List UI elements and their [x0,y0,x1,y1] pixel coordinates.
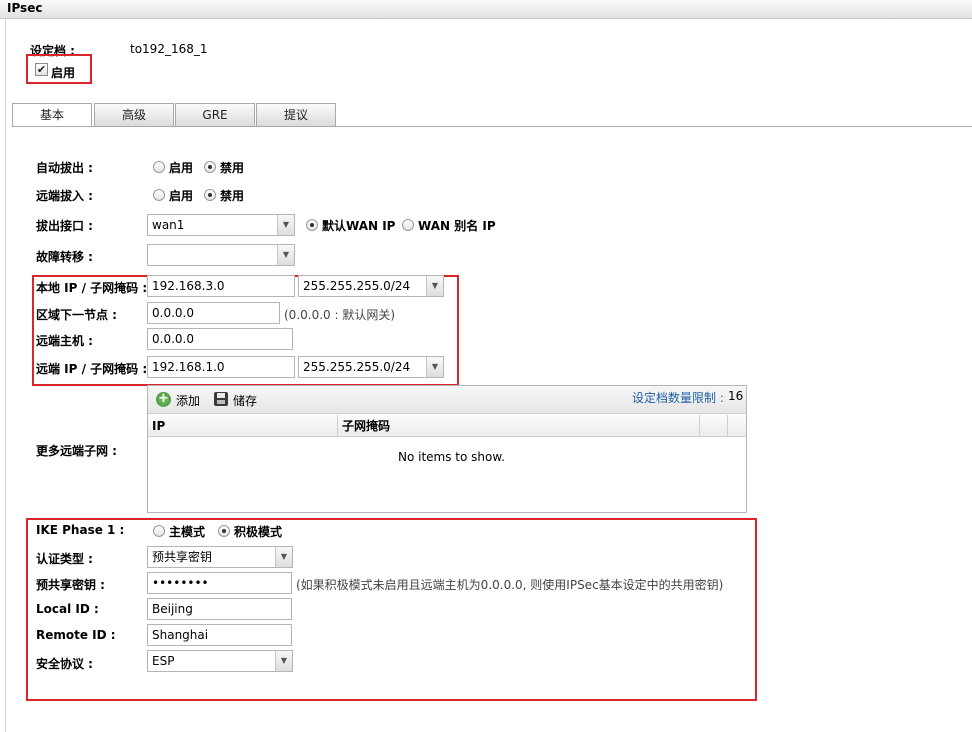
psk-hint: (如果积极模式未启用且远端主机为0.0.0.0, 则使用IPSec基本设定中的共… [296,578,724,592]
chevron-down-icon: ▼ [277,215,294,235]
add-button[interactable]: 添加 [176,392,200,409]
frame-left-border [5,19,6,732]
enable-checkbox[interactable]: ✔ [35,63,48,76]
security-protocol-label: 安全协议 : [36,657,93,671]
local-ip-label: 本地 IP / 子网掩码 : [36,281,148,295]
local-mask-value: 255.255.255.0/24 [303,279,411,293]
enable-checkbox-label: 启用 [51,66,76,80]
auto-dialout-enable-radio[interactable] [153,161,165,173]
highlight-box-ike [26,518,757,701]
window-title: IPsec [7,1,43,15]
auto-dialout-disable-label: 禁用 [220,161,245,175]
psk-input[interactable]: •••••••• [147,572,292,594]
remote-host-label: 远端主机 : [36,334,93,348]
default-wan-ip-radio[interactable] [306,219,318,231]
aggressive-mode-radio[interactable] [218,525,230,537]
auto-dialout-disable-radio[interactable] [204,161,216,173]
grid-toolbar: + 添加 储存 设定档数量限制 : 16 [148,386,746,414]
next-hop-hint: (0.0.0.0 : 默认网关) [284,308,396,322]
local-id-label: Local ID : [36,602,99,616]
auto-dialout-enable-label: 启用 [169,161,194,175]
local-mask-select[interactable]: 255.255.255.0/24 ▼ [298,275,444,297]
tab-proposal[interactable]: 提议 [256,103,336,126]
chevron-down-icon: ▼ [275,547,292,567]
remote-dialin-disable-radio[interactable] [204,189,216,201]
aggressive-mode-label: 积极模式 [234,525,283,539]
ike-phase1-label: IKE Phase 1 : [36,523,125,537]
save-button[interactable]: 储存 [233,392,257,409]
wan-alias-ip-label: WAN 别名 IP [418,219,496,233]
main-mode-label: 主模式 [169,525,206,539]
next-hop-input[interactable]: 0.0.0.0 [147,302,280,324]
remote-ip-label: 远端 IP / 子网掩码 : [36,362,148,376]
dialout-interface-select[interactable]: wan1 ▼ [147,214,295,236]
dialout-interface-value: wan1 [152,218,185,232]
column-ip[interactable]: IP [148,415,338,437]
profile-limit-label: 设定档数量限制 : [632,391,724,405]
remote-host-input[interactable]: 0.0.0.0 [147,328,293,350]
column-subnet-mask[interactable]: 子网掩码 [338,415,700,437]
chevron-down-icon: ▼ [277,245,294,265]
dialout-interface-label: 拔出接口 : [36,219,93,233]
chevron-down-icon: ▼ [426,357,443,377]
remote-id-input[interactable]: Shanghai [147,624,292,646]
auth-type-select[interactable]: 预共享密钥 ▼ [147,546,293,568]
main-mode-radio[interactable] [153,525,165,537]
profile-value: to192_168_1 [130,42,208,56]
remote-mask-value: 255.255.255.0/24 [303,360,411,374]
chevron-down-icon: ▼ [275,651,292,671]
security-protocol-value: ESP [152,654,175,668]
security-protocol-select[interactable]: ESP ▼ [147,650,293,672]
tab-advanced[interactable]: 高级 [94,103,174,126]
remote-dialin-label: 远端拔入 : [36,189,93,203]
remote-id-label: Remote ID : [36,628,116,642]
grid-empty-text: No items to show. [398,450,505,464]
more-subnets-label: 更多远端子网 : [36,444,117,458]
remote-ip-input[interactable]: 192.168.1.0 [147,356,295,378]
auto-dialout-label: 自动拔出 : [36,161,93,175]
save-icon[interactable] [214,392,228,406]
wan-alias-ip-radio[interactable] [402,219,414,231]
default-wan-ip-label: 默认WAN IP [322,219,396,233]
tab-basic[interactable]: 基本 [12,103,92,127]
failover-label: 故障转移 : [36,250,93,264]
chevron-down-icon: ▼ [426,276,443,296]
psk-label: 预共享密钥 : [36,578,105,592]
next-hop-label: 区域下一节点 : [36,308,117,322]
window-titlebar: IPsec [0,0,972,19]
tab-gre[interactable]: GRE [175,103,255,126]
local-id-input[interactable]: Beijing [147,598,292,620]
auth-type-value: 预共享密钥 [152,550,213,564]
column-actions [700,415,728,437]
profile-limit-value: 16 [728,389,744,403]
auth-type-label: 认证类型 : [36,552,93,566]
local-ip-input[interactable]: 192.168.3.0 [147,275,295,297]
more-subnets-grid: + 添加 储存 设定档数量限制 : 16 IP 子网掩码 No items to… [147,385,747,513]
tab-underline [12,126,972,127]
remote-dialin-enable-label: 启用 [169,189,194,203]
failover-select[interactable]: ▼ [147,244,295,266]
remote-dialin-enable-radio[interactable] [153,189,165,201]
remote-dialin-disable-label: 禁用 [220,189,245,203]
add-icon[interactable]: + [156,392,171,407]
remote-mask-select[interactable]: 255.255.255.0/24 ▼ [298,356,444,378]
grid-header: IP 子网掩码 [148,415,746,437]
